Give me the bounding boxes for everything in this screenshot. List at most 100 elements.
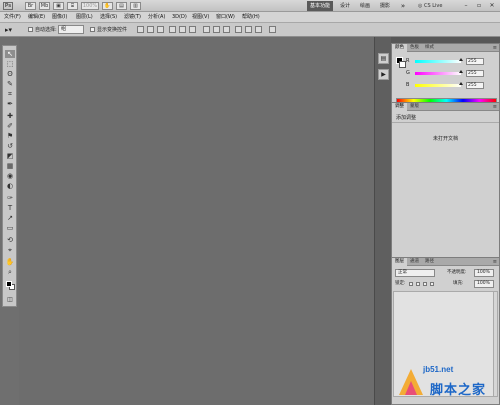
distribute-bottom-icon[interactable] <box>223 26 230 33</box>
lock-image-icon[interactable] <box>416 282 420 286</box>
3d-rotate-tool-icon[interactable]: ⟲ <box>5 236 15 244</box>
brush-tool-icon[interactable]: ✐ <box>5 122 15 130</box>
cs-live-button[interactable]: ◎ CS Live <box>418 2 442 10</box>
tab-color[interactable]: 颜色 <box>392 44 407 52</box>
align-left-icon[interactable] <box>169 26 176 33</box>
healing-tool-icon[interactable]: ✚ <box>5 112 15 120</box>
blue-thumb[interactable] <box>459 82 463 85</box>
crop-tool-icon[interactable]: ⌗ <box>5 90 15 98</box>
blue-value[interactable]: 255 <box>466 82 484 89</box>
workspace-painting[interactable]: 绘画 <box>358 1 372 11</box>
more-workspaces-button[interactable]: » <box>398 1 408 11</box>
tab-adjustments[interactable]: 调整 <box>392 103 407 111</box>
auto-select-target-select[interactable]: 组 <box>58 25 84 34</box>
distribute-hcenter-icon[interactable] <box>245 26 252 33</box>
hand-tool-icon[interactable]: ✋ <box>5 258 15 266</box>
history-panel-icon[interactable]: ▤ <box>378 53 389 64</box>
menu-select[interactable]: 选择(S) <box>100 12 117 23</box>
minimize-icon[interactable]: – <box>461 1 471 11</box>
menu-layer[interactable]: 图层(L) <box>76 12 93 23</box>
distribute-vcenter-icon[interactable] <box>213 26 220 33</box>
blur-tool-icon[interactable]: ◉ <box>5 172 15 180</box>
workspace-essentials[interactable]: 基本功能 <box>307 1 333 11</box>
view-extras-button[interactable]: ▣ <box>53 2 64 10</box>
type-tool-icon[interactable]: T <box>5 204 15 212</box>
menu-view[interactable]: 视图(V) <box>192 12 209 23</box>
foreground-color-swatch[interactable] <box>6 281 12 287</box>
show-transform-checkbox[interactable] <box>90 27 95 32</box>
pen-tool-icon[interactable]: ✑ <box>5 194 15 202</box>
tab-paths[interactable]: 路径 <box>422 258 437 266</box>
menu-window[interactable]: 窗口(W) <box>216 12 235 23</box>
distribute-right-icon[interactable] <box>255 26 262 33</box>
zoom-level-select[interactable]: 100% <box>81 2 99 10</box>
workspace-photography[interactable]: 摄影 <box>378 1 392 11</box>
history-brush-tool-icon[interactable]: ↺ <box>5 142 15 150</box>
lock-all-icon[interactable] <box>430 282 434 286</box>
gradient-tool-icon[interactable]: ▦ <box>5 162 15 170</box>
red-track[interactable] <box>415 58 463 63</box>
menu-analysis[interactable]: 分析(A) <box>148 12 165 23</box>
actions-panel-icon[interactable]: ▶ <box>378 69 389 80</box>
tab-layers[interactable]: 图层 <box>392 258 407 266</box>
panel-menu-icon[interactable]: ≡ <box>493 45 497 51</box>
red-value[interactable]: 255 <box>466 58 484 65</box>
green-thumb[interactable] <box>459 70 463 73</box>
menu-filter[interactable]: 滤镜(T) <box>124 12 141 23</box>
blue-track[interactable] <box>415 82 463 87</box>
screen-mode-button[interactable]: ▤ <box>116 2 127 10</box>
eraser-tool-icon[interactable]: ◩ <box>5 152 15 160</box>
align-bottom-icon[interactable] <box>157 26 164 33</box>
tab-swatches[interactable]: 色板 <box>407 44 422 52</box>
auto-select-checkbox[interactable] <box>28 27 33 32</box>
hand-tool-button[interactable]: ✋ <box>102 2 113 10</box>
document-canvas-area[interactable] <box>19 37 374 405</box>
bridge-button[interactable]: Br <box>25 2 36 10</box>
align-top-icon[interactable] <box>137 26 144 33</box>
red-thumb[interactable] <box>459 58 463 61</box>
lasso-tool-icon[interactable]: ʘ <box>5 70 15 78</box>
panel-menu-icon[interactable]: ≡ <box>493 104 497 110</box>
tab-styles[interactable]: 样式 <box>422 44 437 52</box>
align-hcenter-icon[interactable] <box>179 26 186 33</box>
marquee-tool-icon[interactable]: ⬚ <box>5 60 15 68</box>
arrange-button[interactable]: ▥ <box>130 2 141 10</box>
clone-stamp-tool-icon[interactable]: ⚑ <box>5 132 15 140</box>
quick-mask-icon[interactable]: ◫ <box>5 296 15 304</box>
path-select-tool-icon[interactable]: ↗ <box>5 214 15 222</box>
opacity-input[interactable]: 100% <box>474 269 494 277</box>
fill-input[interactable]: 100% <box>474 280 494 288</box>
quick-select-tool-icon[interactable]: ✎ <box>5 80 15 88</box>
dodge-tool-icon[interactable]: ◐ <box>5 182 15 190</box>
auto-align-icon[interactable] <box>269 26 276 33</box>
menu-image[interactable]: 图像(I) <box>52 12 67 23</box>
maximize-icon[interactable]: ▫ <box>474 1 484 11</box>
menu-edit[interactable]: 编辑(E) <box>28 12 45 23</box>
green-value[interactable]: 255 <box>466 70 484 77</box>
panel-menu-icon[interactable]: ≡ <box>493 259 497 265</box>
lock-position-icon[interactable] <box>423 282 427 286</box>
mini-bridge-button[interactable]: Mb <box>39 2 50 10</box>
blend-mode-select[interactable]: 正常 <box>395 269 435 277</box>
shape-tool-icon[interactable]: ▭ <box>5 224 15 232</box>
tab-channels[interactable]: 通道 <box>407 258 422 266</box>
zoom-tool-icon[interactable]: ⌕ <box>5 268 15 276</box>
move-tool-icon[interactable]: ↖ <box>5 50 15 58</box>
tool-preset-icon[interactable]: ▸▾ <box>5 26 12 34</box>
color-bg-swatch[interactable] <box>399 61 406 68</box>
menu-help[interactable]: 帮助(H) <box>242 12 260 23</box>
arrange-docs-button[interactable]: ⌸ <box>67 2 78 10</box>
green-track[interactable] <box>415 70 463 75</box>
distribute-top-icon[interactable] <box>203 26 210 33</box>
3d-camera-tool-icon[interactable]: ⌖ <box>5 246 15 254</box>
align-right-icon[interactable] <box>189 26 196 33</box>
distribute-left-icon[interactable] <box>235 26 242 33</box>
menu-file[interactable]: 文件(F) <box>4 12 21 23</box>
close-icon[interactable]: ✕ <box>487 1 497 11</box>
lock-transparent-icon[interactable] <box>409 282 413 286</box>
workspace-design[interactable]: 设计 <box>338 1 352 11</box>
tab-masks[interactable]: 蒙版 <box>407 103 422 111</box>
eyedropper-tool-icon[interactable]: ✒ <box>5 100 15 108</box>
menu-3d[interactable]: 3D(D) <box>172 12 187 23</box>
align-vcenter-icon[interactable] <box>147 26 154 33</box>
